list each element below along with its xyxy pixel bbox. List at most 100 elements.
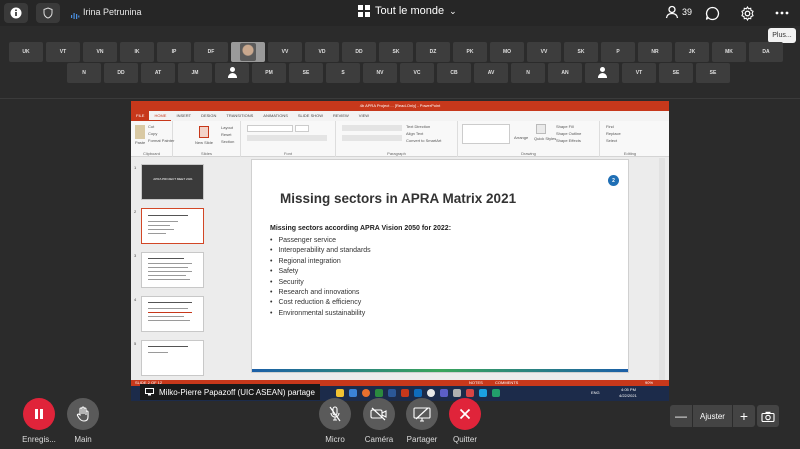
snapshot-button[interactable] [757,405,779,427]
slide-canvas[interactable]: 2 Missing sectors in APRA Matrix 2021 Mi… [251,159,629,373]
skype-icon[interactable] [479,389,487,397]
participant-tile[interactable]: AT [141,63,175,83]
more-icon[interactable] [773,4,791,22]
participant-initials: N [526,70,530,76]
quick-styles-icon[interactable] [536,124,546,134]
camera-button[interactable] [363,398,395,430]
participant-tile[interactable]: JK [675,42,709,62]
participant-tile[interactable]: VT [622,63,656,83]
participant-tile[interactable]: MK [712,42,746,62]
teams-icon[interactable] [440,389,448,397]
record-button[interactable] [23,398,55,430]
participant-tile[interactable]: N [511,63,545,83]
chrome-icon[interactable] [427,389,435,397]
paragraph-list-buttons[interactable] [342,125,402,131]
participant-tile[interactable]: AV [474,63,508,83]
participant-tile[interactable]: SE [659,63,693,83]
participant-tile[interactable]: IK [120,42,154,62]
participant-tile[interactable]: VC [400,63,434,83]
participant-tile[interactable]: AN [548,63,582,83]
thumb-title: APRA PROJECT MEET 2021 [153,177,193,181]
participant-tile[interactable]: SK [379,42,413,62]
participant-tile[interactable]: VT [46,42,80,62]
ppt-tab[interactable]: TRANSITIONS [221,111,258,121]
font-format-buttons[interactable] [247,135,327,141]
zoom-in-button[interactable]: + [733,405,755,427]
participant-tile[interactable]: JM [178,63,212,83]
info-icon[interactable] [4,3,28,23]
ppt-tab[interactable]: REVIEW [328,111,354,121]
powerpoint-icon[interactable] [401,389,409,397]
participant-tile[interactable]: VD [305,42,339,62]
participant-tile[interactable]: DZ [416,42,450,62]
shapes-gallery[interactable] [462,124,510,144]
ppt-scrollbar[interactable] [659,158,665,380]
raise-hand-button[interactable] [67,398,99,430]
participant-tile[interactable]: NR [638,42,672,62]
participant-tile[interactable]: SE [696,63,730,83]
participant-tile[interactable]: DD [104,63,138,83]
participant-tile[interactable] [585,63,619,83]
acrobat-icon[interactable] [466,389,474,397]
share-button[interactable] [406,398,438,430]
folder-icon[interactable] [336,389,344,397]
copy-label: Copy [148,131,158,136]
slide-thumbnail[interactable]: 3 [134,252,204,288]
layout-selector[interactable]: Tout le monde ⌄ [358,5,457,17]
ppt-tab[interactable]: VIEW [354,111,374,121]
ppt-tab[interactable]: INSERT [171,111,196,121]
slide-thumbnail[interactable]: 4 [134,296,204,332]
participant-tile[interactable]: CB [437,63,471,83]
shield-icon[interactable] [36,3,60,23]
ppt-tab[interactable]: FILE [131,111,150,121]
fit-button[interactable]: Ajuster [692,405,733,427]
camera-off-icon [370,407,387,421]
excel-icon[interactable] [375,389,383,397]
participant-tile[interactable]: VV [527,42,561,62]
participant-tile[interactable] [215,63,249,83]
ppt-tab[interactable]: HOME [149,111,172,121]
participant-tile[interactable]: VN [83,42,117,62]
mic-button[interactable] [319,398,351,430]
participant-tile[interactable]: PM [252,63,286,83]
leave-button[interactable] [449,398,481,430]
participant-tile[interactable]: DD [342,42,376,62]
participant-tile[interactable]: N [67,63,101,83]
font-size-box[interactable] [295,125,309,132]
ppt-tab[interactable]: SLIDE SHOW [293,111,328,121]
chat-icon[interactable] [703,4,721,22]
slide-thumbnail-current[interactable]: 2 [134,208,204,244]
edge-icon[interactable] [349,389,357,397]
slide-thumbnail[interactable]: 1 APRA PROJECT MEET 2021 [134,164,204,200]
participant-tile[interactable]: MO [490,42,524,62]
word-icon[interactable] [388,389,396,397]
slide-thumbnail[interactable]: 5 [134,340,204,376]
participant-tile[interactable]: PK [453,42,487,62]
participant-tile[interactable]: SE [289,63,323,83]
ppt-tab[interactable]: DESIGN [196,111,221,121]
participant-tile[interactable]: P [601,42,635,62]
participant-tile[interactable]: SK [564,42,598,62]
font-name-box[interactable] [247,125,293,132]
participant-tile[interactable]: UK [9,42,43,62]
paragraph-align-buttons[interactable] [342,135,402,141]
gear-icon[interactable] [738,4,756,22]
language-indicator[interactable]: ENG [591,390,600,395]
participant-tile[interactable]: DF [194,42,228,62]
outlook-icon[interactable] [414,389,422,397]
participant-tile[interactable]: S [326,63,360,83]
comments-button[interactable]: COMMENTS [495,380,518,385]
notes-button[interactable]: NOTES [469,380,483,385]
firefox-icon[interactable] [362,389,370,397]
participant-tile[interactable]: DA [749,42,783,62]
participants-button[interactable]: 39 [665,5,692,19]
participant-tile[interactable]: IP [157,42,191,62]
zoom-out-button[interactable]: — [670,405,692,427]
ppt-tab[interactable]: ANIMATIONS [258,111,293,121]
participant-tile[interactable]: NV [363,63,397,83]
app-icon[interactable] [492,389,500,397]
app-icon[interactable] [453,389,461,397]
participant-video-tile[interactable] [231,42,265,62]
participant-tile[interactable]: VV [268,42,302,62]
group-name-slides: Slides [201,151,212,156]
